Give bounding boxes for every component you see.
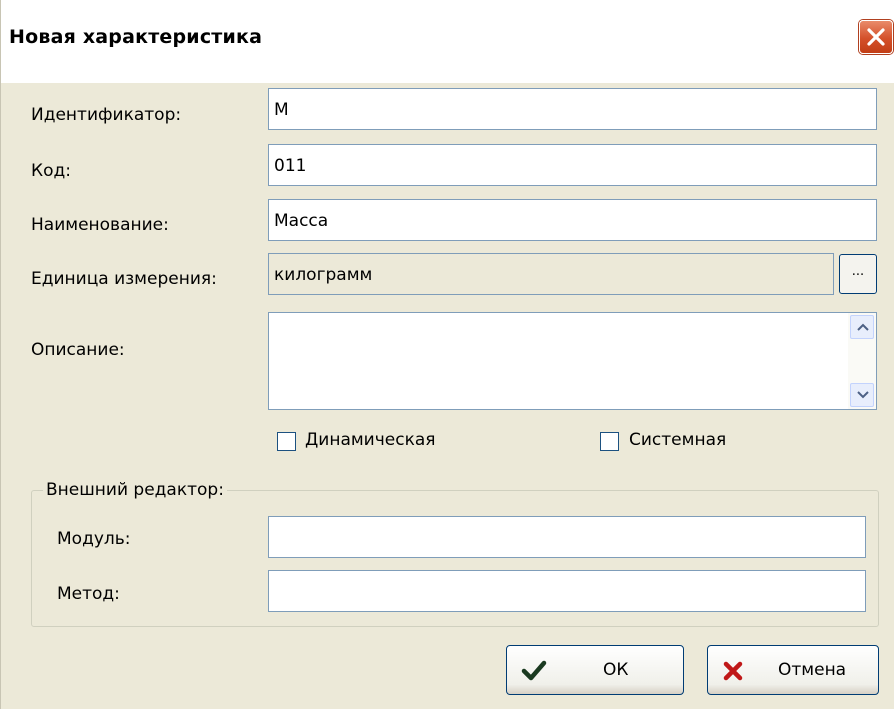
- close-button[interactable]: [859, 20, 893, 54]
- identifier-input[interactable]: [268, 88, 877, 130]
- description-scrollbar[interactable]: [848, 313, 876, 409]
- code-input[interactable]: [268, 144, 877, 186]
- title-bar: Новая характеристика: [1, 0, 894, 83]
- unit-label: Единица измерения:: [31, 269, 217, 289]
- scroll-up-icon: [857, 323, 869, 331]
- cancel-button-label: Отмена: [778, 660, 847, 680]
- module-label: Модуль:: [57, 529, 131, 549]
- unit-browse-button[interactable]: ...: [839, 254, 877, 294]
- scroll-up-button[interactable]: [850, 315, 874, 339]
- dynamic-checkbox[interactable]: [277, 432, 296, 451]
- method-label: Метод:: [57, 584, 120, 604]
- scroll-down-icon: [857, 391, 869, 399]
- external-editor-title: Внешний редактор:: [43, 480, 227, 500]
- cross-icon: [723, 661, 743, 681]
- system-checkbox-label: Системная: [629, 430, 727, 450]
- scroll-down-button[interactable]: [850, 383, 874, 407]
- description-textarea[interactable]: [268, 312, 877, 410]
- window-title: Новая характеристика: [9, 26, 263, 48]
- cancel-button[interactable]: Отмена: [707, 645, 879, 695]
- code-label: Код:: [31, 161, 71, 181]
- system-checkbox[interactable]: [600, 432, 619, 451]
- module-input[interactable]: [268, 516, 866, 558]
- ok-button-label: ОК: [603, 660, 629, 680]
- method-input[interactable]: [268, 570, 866, 612]
- checkmark-icon: [521, 660, 547, 681]
- dialog-window: Новая характеристика Идентификатор: Код:…: [0, 0, 894, 709]
- ok-button[interactable]: ОК: [506, 645, 684, 695]
- unit-input[interactable]: [268, 253, 834, 295]
- identifier-label: Идентификатор:: [31, 105, 182, 125]
- dynamic-checkbox-label: Динамическая: [305, 430, 436, 450]
- name-label: Наименование:: [31, 215, 169, 235]
- close-icon: [867, 28, 885, 46]
- name-input[interactable]: [268, 199, 877, 241]
- description-label: Описание:: [31, 340, 125, 360]
